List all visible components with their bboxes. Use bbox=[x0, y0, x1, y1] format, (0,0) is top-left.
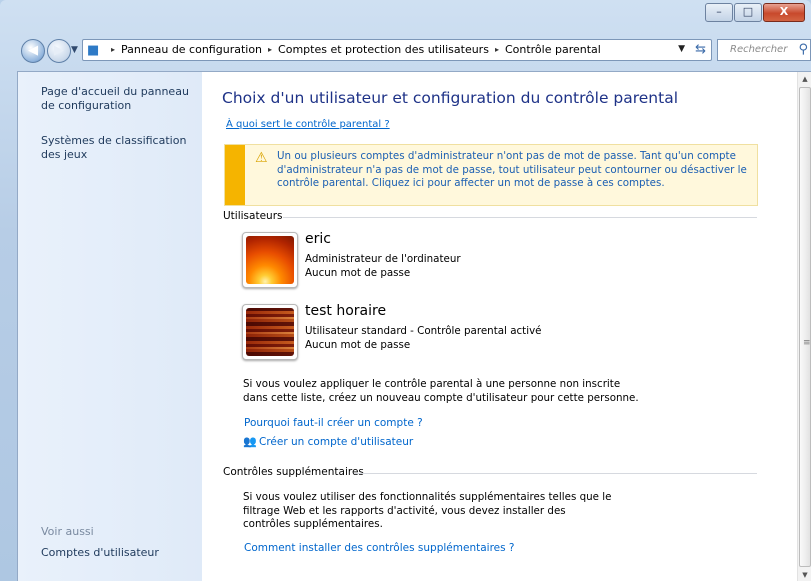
breadcrumb-separator-icon[interactable]: ▸ bbox=[495, 45, 499, 54]
install-extra-controls-link[interactable]: Comment installer des contrôles suppléme… bbox=[244, 542, 515, 554]
user-role: Utilisateur standard - Contrôle parental… bbox=[305, 325, 542, 337]
section-divider bbox=[354, 473, 757, 474]
minimize-button[interactable]: – bbox=[705, 3, 733, 22]
user-tile-test-horaire[interactable]: test horaire Utilisateur standard - Cont… bbox=[242, 303, 642, 360]
control-panel-icon: ■ bbox=[87, 43, 100, 58]
grip-icon: ≡ bbox=[803, 338, 811, 348]
user-name[interactable]: eric bbox=[305, 231, 331, 247]
search-placeholder: Rechercher bbox=[730, 44, 788, 55]
control-panel-window: – □ X ◀ ▶ ▼ ■ ▸ Panneau de configuration… bbox=[0, 0, 811, 581]
avatar[interactable] bbox=[242, 232, 298, 288]
control-panel-home-link[interactable]: Page d'accueil du panneau de configurati… bbox=[41, 85, 199, 113]
users-icon: 👥 bbox=[243, 435, 257, 448]
search-box[interactable]: Rechercher ⚲ bbox=[717, 39, 811, 61]
see-also-label: Voir aussi bbox=[41, 525, 94, 538]
page-title: Choix d'un utilisateur et configuration … bbox=[222, 89, 679, 107]
back-button[interactable]: ◀ bbox=[21, 39, 45, 63]
user-tile-eric[interactable]: eric Administrateur de l'ordinateur Aucu… bbox=[242, 231, 642, 288]
user-password-status: Aucun mot de passe bbox=[305, 267, 411, 279]
textile-picture-icon bbox=[246, 308, 294, 356]
extra-controls-section-label: Contrôles supplémentaires bbox=[223, 466, 364, 478]
address-bar[interactable]: ■ ▸ Panneau de configuration ▸ Comptes e… bbox=[82, 39, 712, 61]
maximize-button[interactable]: □ bbox=[734, 3, 762, 22]
vertical-scrollbar[interactable]: ▲ ≡ ▼ bbox=[797, 72, 811, 581]
caption-buttons: – □ X bbox=[704, 3, 805, 22]
forward-button[interactable]: ▶ bbox=[47, 39, 71, 63]
warning-icon: ⚠ bbox=[255, 150, 268, 166]
avatar[interactable] bbox=[242, 304, 298, 360]
warning-bar bbox=[225, 145, 245, 205]
flower-picture-icon bbox=[246, 236, 294, 284]
breadcrumb-separator-icon[interactable]: ▸ bbox=[268, 45, 272, 54]
address-dropdown-icon[interactable]: ▼ bbox=[678, 44, 685, 54]
game-ratings-link[interactable]: Systèmes de classification des jeux bbox=[41, 134, 199, 162]
user-role: Administrateur de l'ordinateur bbox=[305, 253, 461, 265]
user-name[interactable]: test horaire bbox=[305, 303, 386, 319]
breadcrumb-separator-icon[interactable]: ▸ bbox=[111, 45, 115, 54]
why-create-account-link[interactable]: Pourquoi faut-il créer un compte ? bbox=[244, 417, 423, 429]
parental-control-help-link[interactable]: À quoi sert le contrôle parental ? bbox=[226, 119, 390, 130]
task-pane: Page d'accueil du panneau de configurati… bbox=[18, 72, 202, 581]
breadcrumb-user-accounts[interactable]: Comptes et protection des utilisateurs bbox=[278, 43, 489, 56]
search-icon[interactable]: ⚲ bbox=[798, 42, 808, 57]
scroll-down-icon[interactable]: ▼ bbox=[798, 568, 811, 581]
scroll-up-icon[interactable]: ▲ bbox=[798, 72, 811, 86]
recent-pages-dropdown-icon[interactable]: ▼ bbox=[71, 45, 78, 55]
breadcrumb: ▸ Panneau de configuration ▸ Comptes et … bbox=[111, 43, 601, 56]
warning-text[interactable]: Un ou plusieurs comptes d'administrateur… bbox=[277, 150, 747, 191]
admin-password-warning[interactable]: ⚠ Un ou plusieurs comptes d'administrate… bbox=[224, 144, 758, 206]
create-account-link[interactable]: Créer un compte d'utilisateur bbox=[259, 436, 413, 448]
navigation-bar: ◀ ▶ ▼ ■ ▸ Panneau de configuration ▸ Com… bbox=[0, 37, 811, 65]
close-button[interactable]: X bbox=[763, 3, 805, 22]
section-divider bbox=[283, 217, 757, 218]
new-user-text: Si vous voulez appliquer le contrôle par… bbox=[243, 378, 639, 404]
scroll-thumb[interactable]: ≡ bbox=[799, 87, 811, 567]
main-pane: Choix d'un utilisateur et configuration … bbox=[202, 72, 798, 581]
users-section-label: Utilisateurs bbox=[223, 210, 283, 222]
breadcrumb-control-panel[interactable]: Panneau de configuration bbox=[121, 43, 262, 56]
refresh-icon[interactable]: ⇆ bbox=[695, 42, 706, 57]
user-password-status: Aucun mot de passe bbox=[305, 339, 411, 351]
content-frame: Page d'accueil du panneau de configurati… bbox=[17, 71, 811, 581]
breadcrumb-parental-controls[interactable]: Contrôle parental bbox=[505, 43, 601, 56]
user-accounts-link[interactable]: Comptes d'utilisateur bbox=[41, 546, 199, 560]
extra-controls-text: Si vous voulez utiliser des fonctionnali… bbox=[243, 491, 612, 530]
